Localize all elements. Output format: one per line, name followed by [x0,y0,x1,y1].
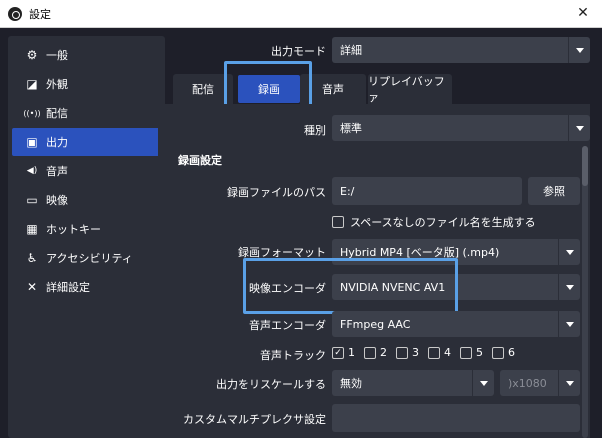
monitor-icon: ▭ [26,193,38,207]
sidebar-item-label: アクセシビリティ [46,252,133,265]
close-icon[interactable]: ✕ [574,4,592,22]
tab-replay-buffer[interactable]: リプレイバッファ [368,74,452,104]
tab-label: 音声 [322,83,344,96]
sidebar-item-general[interactable]: ⚙ 一般 [12,41,161,69]
output-mode-label: 出力モード [271,45,326,58]
type-label: 種別 [304,124,326,137]
rescale-value: 無効 [340,377,362,390]
sidebar-item-label: 一般 [46,49,68,62]
sidebar-item-stream[interactable]: ((•)) 配信 [12,99,161,127]
sidebar-item-label: ホットキー [46,223,101,236]
browse-button[interactable]: 参照 [528,177,580,205]
sidebar-item-label: 配信 [46,107,68,120]
panel-scrollbar[interactable] [582,146,588,438]
recording-path-label: 録画ファイルのパス [227,186,326,199]
broadcast-icon: ((•)) [23,108,41,118]
type-select[interactable]: 標準 [332,115,590,141]
title-bar: 設定 ✕ [0,0,602,28]
browse-button-label: 参照 [543,185,565,198]
chevron-down-icon [558,239,580,265]
chevron-down-icon [568,115,590,141]
output-icon: ▣ [26,135,38,149]
sidebar-item-label: 詳細設定 [46,281,90,294]
video-encoder-highlight [243,258,458,314]
chevron-down-icon [568,37,590,63]
audio-track-2[interactable]: 2 [364,346,387,359]
sidebar-item-label: 出力 [46,136,68,149]
sidebar-item-output[interactable]: ▣ 出力 [12,128,161,156]
keyboard-icon: ▦ [26,222,38,236]
rescale-label: 出力をリスケールする [216,378,326,391]
recording-section-title: 録画設定 [178,154,222,167]
audio-track-5[interactable]: 5 [460,346,483,359]
obs-app-icon [8,6,22,21]
tab-label: 配信 [192,83,214,96]
tab-label: リプレイバッファ [368,75,445,104]
sidebar-item-label: 外観 [46,78,68,91]
rescale-resolution-value: )x1080 [508,376,547,390]
tools-icon: ✕ [26,280,38,294]
sidebar-item-accessibility[interactable]: ♿ アクセシビリティ [12,244,161,272]
window-title: 設定 [29,7,51,21]
type-value: 標準 [340,122,362,135]
chevron-down-icon [558,274,580,300]
sidebar-item-video[interactable]: ▭ 映像 [12,186,161,214]
sidebar-item-label: 映像 [46,194,68,207]
settings-sidebar: ⚙ 一般 ◪ 外観 ((•)) 配信 ▣ 出力 ◀) 音声 ▭ 映像 ▦ ホット… [8,36,165,438]
rescale-resolution-select[interactable]: )x1080 [500,370,580,396]
no-space-checkbox[interactable] [332,216,344,228]
muxer-settings-field[interactable] [332,404,580,432]
sidebar-item-hotkeys[interactable]: ▦ ホットキー [12,215,161,243]
output-mode-select[interactable]: 詳細 [332,37,590,63]
accessibility-icon: ♿ [26,251,38,265]
sidebar-item-appearance[interactable]: ◪ 外観 [12,70,161,98]
chevron-down-icon [472,370,494,396]
speaker-icon: ◀) [26,166,38,176]
sidebar-item-label: 音声 [46,165,68,178]
audio-encoder-select[interactable]: FFmpeg AAC [332,311,580,337]
muxer-settings-label: カスタムマルチプレクサ設定 [183,413,326,426]
scrollbar-thumb[interactable] [582,146,588,186]
gear-icon: ⚙ [26,48,38,62]
audio-track-checkboxes: ✓ 1 2 3 4 5 6 [332,346,524,359]
audio-encoder-value: FFmpeg AAC [340,317,411,331]
rescale-select[interactable]: 無効 [332,370,494,396]
audio-track-3[interactable]: 3 [396,346,419,359]
audio-track-6[interactable]: 6 [492,346,515,359]
sidebar-item-advanced[interactable]: ✕ 詳細設定 [12,273,161,301]
check-icon[interactable]: ✓ [332,346,344,359]
no-space-label: スペースなしのファイル名を生成する [350,216,536,229]
audio-encoder-label: 音声エンコーダ [249,319,326,332]
sidebar-item-audio[interactable]: ◀) 音声 [12,157,161,185]
chevron-down-icon [558,370,580,396]
no-space-filename-option[interactable]: スペースなしのファイル名を生成する [332,214,536,230]
appearance-icon: ◪ [26,77,38,91]
recording-path-field[interactable]: E:/ [332,177,522,205]
chevron-down-icon [558,311,580,337]
output-mode-value: 詳細 [340,44,362,57]
recording-path-value: E:/ [340,184,355,198]
audio-track-label: 音声トラック [260,349,326,362]
audio-track-1[interactable]: ✓ 1 [332,346,355,359]
audio-track-4[interactable]: 4 [428,346,451,359]
